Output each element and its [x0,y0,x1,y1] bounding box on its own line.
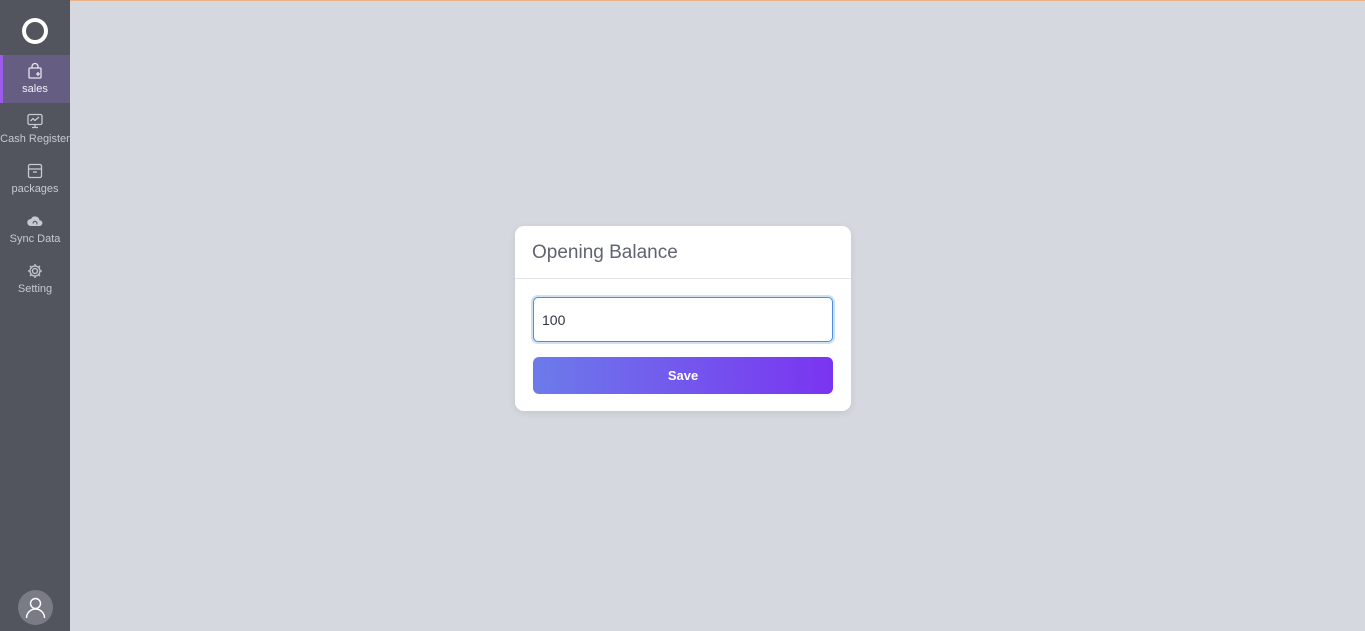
sidebar-item-label: sales [22,83,48,95]
dialog-title: Opening Balance [532,242,678,263]
sidebar-item-label: packages [11,183,59,195]
dialog-divider [515,278,851,279]
top-accent-line [0,0,1365,1]
sidebar-item-cash-register[interactable]: Cash Register [0,105,70,153]
sidebar-item-label: Sync Data [9,233,61,245]
sidebar-item-setting[interactable]: Setting [0,255,70,303]
monitor-chart-icon [26,112,44,130]
ring-logo-icon[interactable] [20,16,50,46]
opening-balance-input[interactable] [533,297,833,342]
sidebar-item-sales[interactable]: sales [0,55,70,103]
sidebar-item-label: Cash Register [0,133,70,145]
sidebar-item-label: Setting [17,283,53,295]
gear-icon [26,262,44,280]
shopping-bag-icon [26,62,44,80]
user-avatar-icon[interactable] [18,590,53,625]
sidebar-item-sync-data[interactable]: Sync Data [0,205,70,253]
sidebar: sales Cash Register packages Sync Data S… [0,0,70,631]
archive-box-icon [26,162,44,180]
sidebar-item-packages[interactable]: packages [0,155,70,203]
cloud-sync-icon [26,212,44,230]
opening-balance-dialog: Opening Balance Save [515,226,851,411]
save-button[interactable]: Save [533,357,833,394]
